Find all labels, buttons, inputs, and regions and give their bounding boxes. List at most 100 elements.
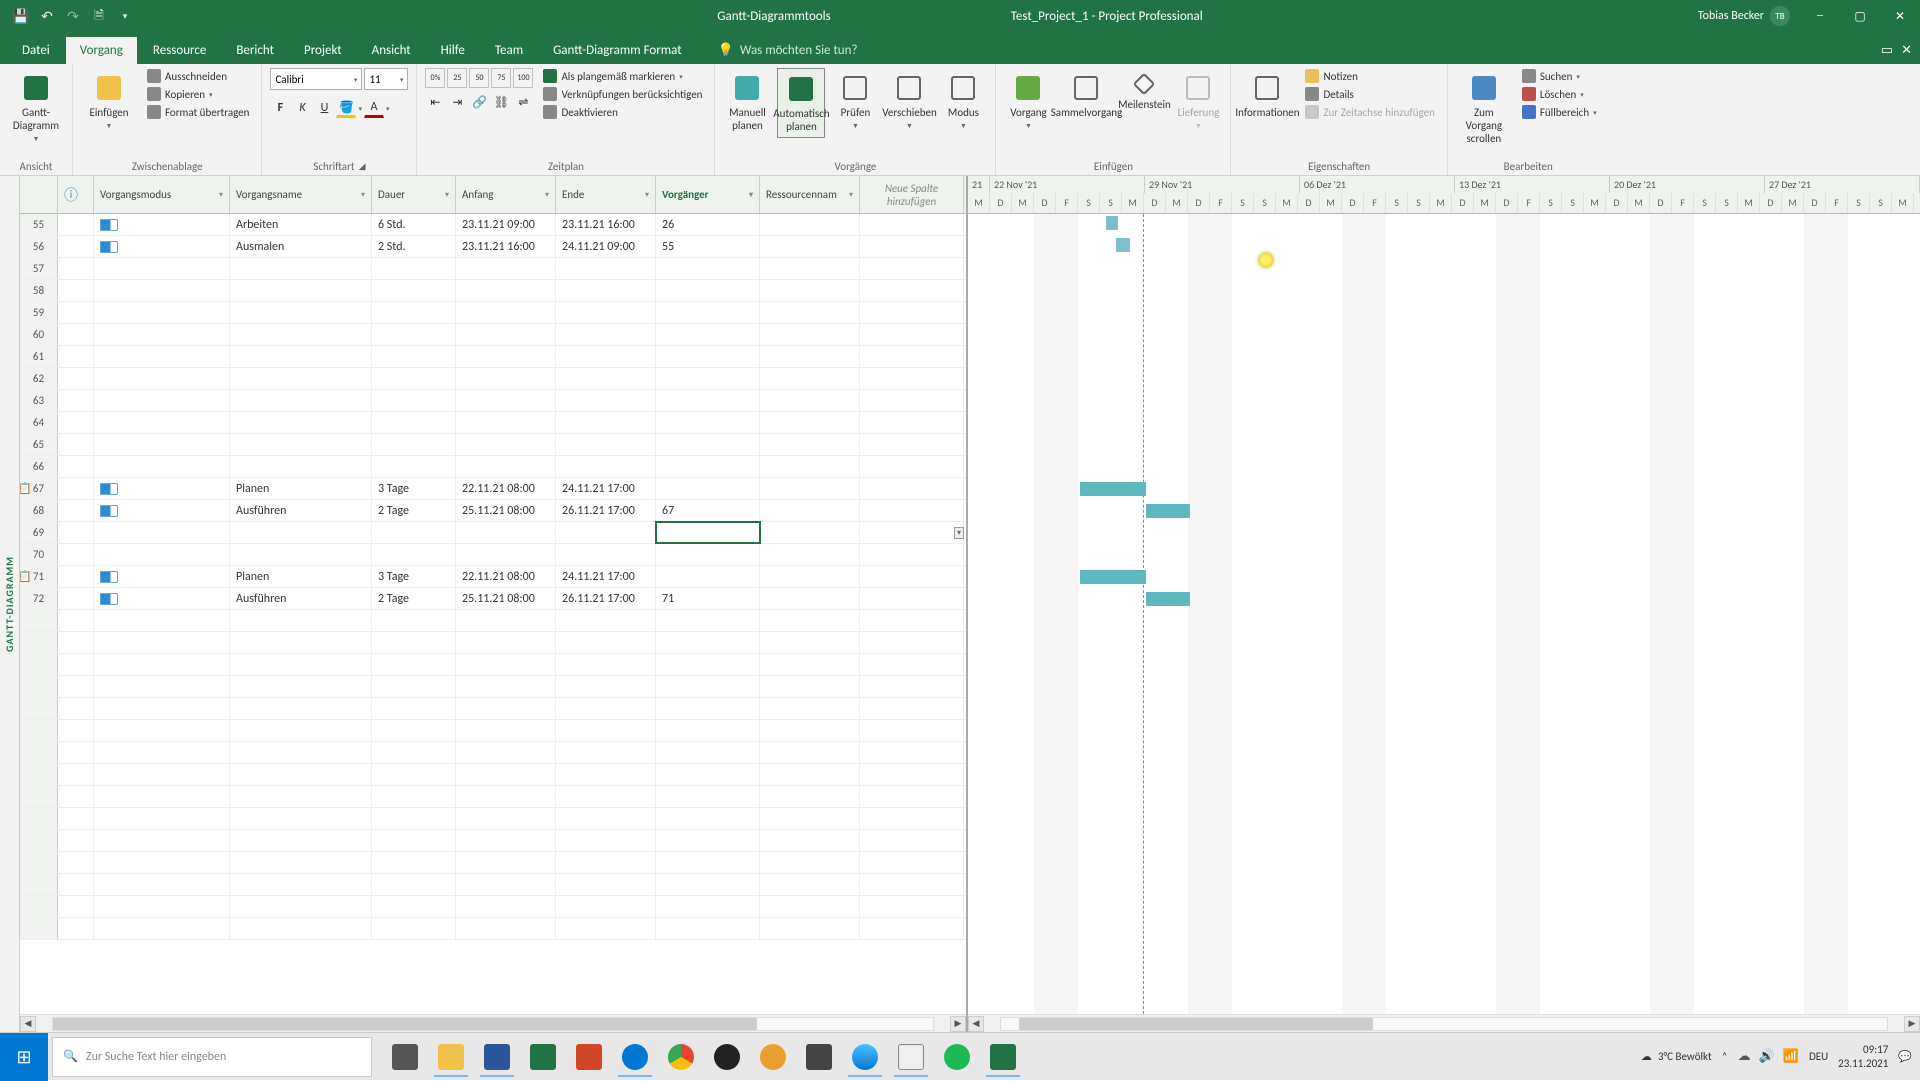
cell-resources[interactable] [760,764,860,785]
cell-mode[interactable] [94,324,230,345]
cell-predecessor[interactable] [656,390,760,411]
format-painter-button[interactable]: Format übertragen [143,104,253,120]
cell-mode[interactable] [94,588,230,609]
table-row[interactable] [20,764,966,786]
respect-links-button[interactable]: Verknüpfungen berücksichtigen [539,86,706,102]
cell-info[interactable] [58,654,94,675]
cell-name[interactable] [230,698,372,719]
cell-duration[interactable] [372,434,456,455]
row-number[interactable]: 71📋 [20,566,58,587]
table-row[interactable] [20,676,966,698]
cell-mode[interactable] [94,368,230,389]
table-row[interactable]: 66 [20,456,966,478]
cell-new[interactable] [860,720,964,741]
cell-duration[interactable] [372,786,456,807]
cell-mode[interactable] [94,874,230,895]
user-account[interactable]: Tobias Becker TB [1688,6,1800,26]
cell-end[interactable]: 24.11.21 17:00 [556,478,656,499]
cell-start[interactable] [456,522,556,543]
cell-info[interactable] [58,698,94,719]
cell-end[interactable]: 23.11.21 16:00 [556,214,656,235]
cell-info[interactable] [58,324,94,345]
cell-new[interactable] [860,742,964,763]
move-button[interactable]: Verschieben▼ [885,68,933,134]
cell-info[interactable] [58,830,94,851]
tab-datei[interactable]: Datei [8,37,64,64]
cell-info[interactable] [58,478,94,499]
cell-info[interactable] [58,786,94,807]
cell-predecessor[interactable]: 55 [656,236,760,257]
cell-resources[interactable] [760,412,860,433]
gantt-bar[interactable] [1106,216,1118,230]
cell-duration[interactable] [372,632,456,653]
cell-new[interactable] [860,874,964,895]
cell-mode[interactable] [94,610,230,631]
cell-info[interactable] [58,302,94,323]
cell-predecessor[interactable] [656,280,760,301]
cell-mode[interactable] [94,918,230,939]
row-number[interactable]: 62 [20,368,58,389]
onedrive-icon[interactable]: ☁ [1738,1049,1751,1064]
progress-75-button[interactable]: 75 [491,68,511,88]
cell-resources[interactable] [760,236,860,257]
table-row[interactable]: 64 [20,412,966,434]
cell-new[interactable] [860,632,964,653]
cell-mode[interactable] [94,566,230,587]
row-number[interactable]: 58 [20,280,58,301]
cell-name[interactable]: Planen [230,478,372,499]
cell-mode[interactable] [94,698,230,719]
cell-start[interactable]: 22.11.21 08:00 [456,566,556,587]
cell-info[interactable] [58,368,94,389]
cell-name[interactable] [230,346,372,367]
cell-info[interactable] [58,720,94,741]
task-button[interactable]: Vorgang▼ [1004,68,1052,134]
cell-info[interactable] [58,214,94,235]
cell-end[interactable] [556,610,656,631]
row-number[interactable] [20,742,58,763]
table-row[interactable]: 60 [20,324,966,346]
taskview-button[interactable] [384,1037,426,1077]
col-vorgangsname[interactable]: Vorgangsname▾ [230,176,372,213]
cell-predecessor[interactable] [656,368,760,389]
row-number[interactable]: 64 [20,412,58,433]
cell-end[interactable] [556,544,656,565]
cell-end[interactable] [556,896,656,917]
cell-new[interactable] [860,852,964,873]
cell-end[interactable] [556,830,656,851]
cell-start[interactable] [456,434,556,455]
cell-end[interactable] [556,390,656,411]
cell-info[interactable] [58,236,94,257]
row-number[interactable] [20,808,58,829]
split-button[interactable]: ⇌ [513,92,533,112]
row-number[interactable]: 57 [20,258,58,279]
cell-duration[interactable] [372,610,456,631]
table-row[interactable] [20,632,966,654]
cell-resources[interactable] [760,500,860,521]
row-number[interactable] [20,918,58,939]
row-number[interactable] [20,654,58,675]
cell-duration[interactable] [372,346,456,367]
cell-start[interactable] [456,632,556,653]
cell-predecessor[interactable] [656,412,760,433]
tab-vorgang[interactable]: Vorgang [66,37,137,64]
cell-predecessor[interactable] [656,434,760,455]
gantt-bar[interactable] [1146,592,1190,606]
cell-resources[interactable] [760,346,860,367]
cell-mode[interactable] [94,412,230,433]
table-row[interactable] [20,742,966,764]
cell-start[interactable] [456,742,556,763]
table-row[interactable]: 59 [20,302,966,324]
cell-duration[interactable]: 3 Tage [372,478,456,499]
cell-predecessor[interactable] [656,896,760,917]
row-number[interactable] [20,698,58,719]
cell-start[interactable]: 23.11.21 16:00 [456,236,556,257]
indent-button[interactable]: ⇥ [447,92,467,112]
underline-button[interactable]: U [314,98,334,118]
cell-start[interactable] [456,258,556,279]
cell-new[interactable] [860,478,964,499]
row-number[interactable]: 66 [20,456,58,477]
cell-resources[interactable] [760,280,860,301]
cell-start[interactable] [456,874,556,895]
cell-info[interactable] [58,808,94,829]
tray-expand-icon[interactable]: ˄ [1722,1050,1728,1063]
